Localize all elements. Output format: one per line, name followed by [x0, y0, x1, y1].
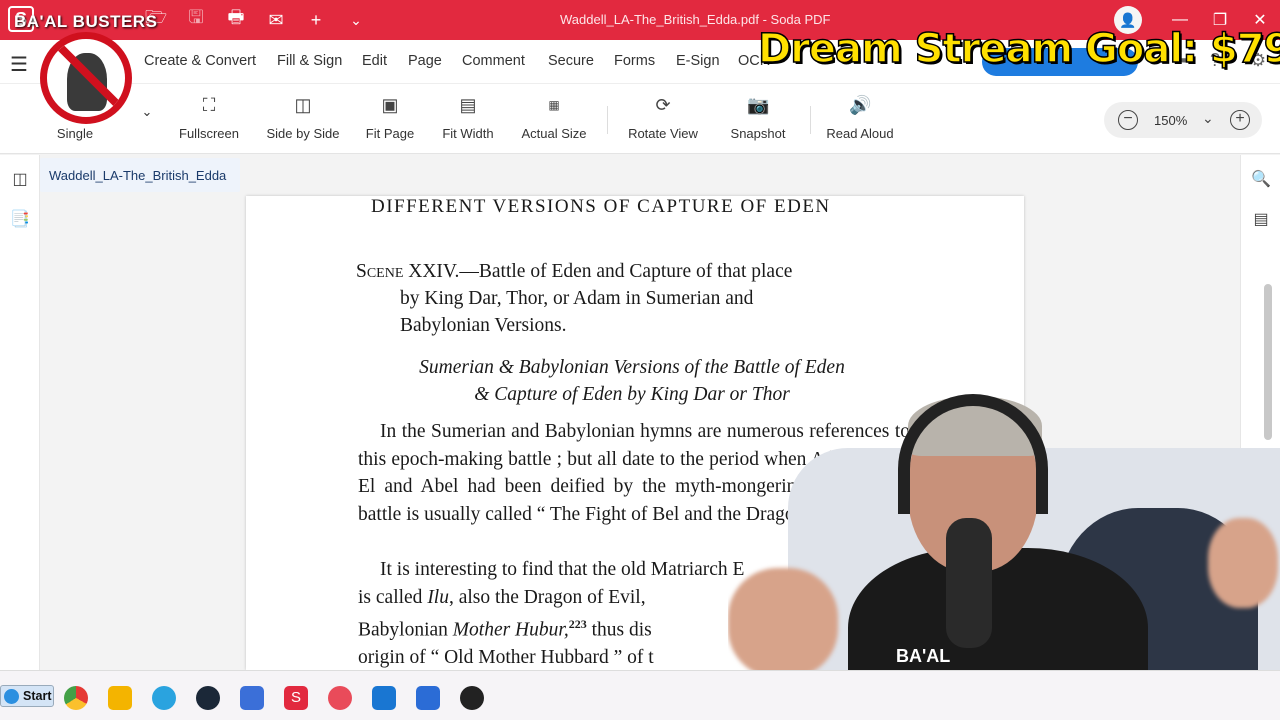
- tool-side-by-side[interactable]: ◫ Side by Side: [264, 92, 342, 146]
- tool-label: Read Aloud: [826, 126, 894, 141]
- tool-label: Actual Size: [521, 126, 587, 141]
- panel-toggle-icon[interactable]: ◫: [10, 169, 30, 189]
- telegram-icon[interactable]: [152, 686, 176, 710]
- window-title: Waddell_LA-The_British_Edda.pdf - Soda P…: [560, 12, 831, 27]
- italic-word: Mother Hubur,: [452, 619, 569, 641]
- tool-actual-size[interactable]: ▦ Actual Size: [518, 92, 590, 146]
- view-toolbar: Single ⌄ ⛶ Fullscreen ◫ Side by Side ▣ F…: [0, 84, 1280, 154]
- zoom-in-button[interactable]: +: [1230, 110, 1250, 130]
- zoom-value[interactable]: 150%: [1154, 113, 1187, 128]
- tool-label: Fit Page: [365, 126, 415, 141]
- left-sidebar: ◫ 📑: [0, 155, 40, 670]
- taskbar: Start: [0, 670, 1280, 720]
- document-app-icon[interactable]: [416, 686, 440, 710]
- soda-pdf-taskbar-icon[interactable]: S: [284, 686, 308, 710]
- telegram-badge-icon[interactable]: [328, 686, 352, 710]
- menu-secure[interactable]: Secure: [548, 53, 594, 69]
- speaker-icon: 🔊: [849, 95, 872, 115]
- toolbar-divider: [810, 106, 811, 134]
- chrome-icon[interactable]: [64, 686, 88, 710]
- hamburger-menu-icon[interactable]: ☰: [10, 52, 28, 77]
- tool-label: Snapshot: [730, 126, 786, 141]
- channel-label: BA'AL BUSTERS: [14, 12, 158, 31]
- rotate-icon: ⟳: [655, 95, 671, 115]
- menu-page[interactable]: Page: [408, 53, 442, 69]
- menu-esign[interactable]: E-Sign: [676, 53, 720, 69]
- scene-line-1: —Battle of Eden and Capture of that plac…: [459, 261, 793, 282]
- start-label: Start: [23, 689, 52, 703]
- tool-fit-width[interactable]: ▤ Fit Width: [438, 92, 498, 146]
- shirt-logo-text: BA'AL: [896, 646, 951, 666]
- text-span: thus dis: [586, 619, 652, 641]
- camera-icon: 📷: [747, 95, 770, 115]
- footnote-ref: 223: [568, 617, 587, 631]
- zoom-dropdown-icon[interactable]: ⌄: [1202, 110, 1214, 127]
- fullscreen-icon: ⛶: [202, 95, 216, 115]
- italic-word: Ilu: [427, 586, 449, 608]
- tool-label: Fullscreen: [179, 126, 239, 141]
- tool-rotate-view[interactable]: ⟳ Rotate View: [624, 92, 702, 146]
- microphone-icon: [946, 518, 992, 648]
- page-heading: DIFFERENT VERSIONS OF CAPTURE OF EDEN: [371, 196, 831, 217]
- toolbar-divider: [607, 106, 608, 134]
- italic-line-1: Sumerian & Babylonian Versions of the Ba…: [419, 357, 845, 378]
- document-tab-label: Waddell_LA-The_British_Edda: [49, 168, 227, 183]
- tool-label: Side by Side: [266, 126, 340, 141]
- fit-width-icon: ▤: [459, 95, 477, 115]
- screen: { "app": { "title": "Waddell_LA-The_Brit…: [0, 0, 1280, 720]
- start-orb-icon: [4, 689, 19, 704]
- tool-label: Fit Width: [442, 126, 494, 141]
- print-icon[interactable]: 🖶: [224, 7, 248, 32]
- hand-shape: [1208, 518, 1278, 608]
- text-span: , also the Dragon of Evil,: [448, 586, 646, 608]
- tool-label: Rotate View: [628, 126, 698, 141]
- scene-line-2: by King Dar, Thor, or Adam in Sumerian a…: [400, 288, 754, 309]
- menu-fill-sign[interactable]: Fill & Sign: [277, 53, 342, 69]
- actual-size-icon: ▦: [548, 98, 560, 112]
- document-tab[interactable]: Waddell_LA-The_British_Edda: [40, 158, 240, 192]
- text-span: Babylonian: [358, 619, 453, 641]
- fit-page-icon: ▣: [381, 95, 399, 115]
- text-span: origin of “ Old Mother Hubbard ” of t: [358, 647, 654, 668]
- menu-comment[interactable]: Comment: [462, 53, 525, 69]
- obs-icon[interactable]: [460, 686, 484, 710]
- tool-snapshot[interactable]: 📷 Snapshot: [726, 92, 790, 146]
- menu-create-convert[interactable]: Create & Convert: [144, 53, 256, 69]
- zoom-out-button[interactable]: −: [1118, 110, 1138, 130]
- search-icon[interactable]: 🔍: [1251, 169, 1271, 189]
- scene-line-3: Babylonian Versions.: [400, 315, 567, 336]
- panel-right-icon[interactable]: ▤: [1251, 209, 1271, 229]
- tool-fullscreen[interactable]: ⛶ Fullscreen: [176, 92, 242, 146]
- text-span: is called: [358, 586, 428, 608]
- no-sign-logo-icon: [40, 32, 132, 124]
- tool-fit-page[interactable]: ▣ Fit Page: [362, 92, 418, 146]
- download-icon[interactable]: [372, 686, 396, 710]
- hand-shape: [728, 568, 838, 678]
- file-explorer-icon[interactable]: [108, 686, 132, 710]
- side-by-side-icon: ◫: [294, 95, 312, 115]
- zoom-control: − 150% ⌄ +: [1104, 102, 1262, 138]
- menu-forms[interactable]: Forms: [614, 53, 655, 69]
- stream-goal-banner: Dream Stream Goal: $79: [757, 25, 1280, 73]
- save-icon[interactable]: 🖫: [184, 7, 208, 32]
- start-button[interactable]: Start: [0, 685, 54, 707]
- view-mode-label: Single: [56, 126, 94, 141]
- steam-icon[interactable]: [196, 686, 220, 710]
- scene-label: Scene XXIV.: [356, 261, 460, 282]
- menu-edit[interactable]: Edit: [362, 53, 387, 69]
- chevron-down-icon[interactable]: ⌄: [344, 8, 368, 32]
- view-mode-chevron-icon[interactable]: ⌄: [138, 104, 156, 158]
- scene-caption: Scene XXIV.—Battle of Eden and Capture o…: [356, 258, 908, 339]
- tool-read-aloud[interactable]: 🔊 Read Aloud: [824, 92, 896, 146]
- add-icon[interactable]: +: [304, 8, 328, 32]
- outlook-icon[interactable]: [240, 686, 264, 710]
- mail-icon[interactable]: ✉: [264, 8, 288, 32]
- bookmark-icon[interactable]: 📑: [10, 209, 30, 229]
